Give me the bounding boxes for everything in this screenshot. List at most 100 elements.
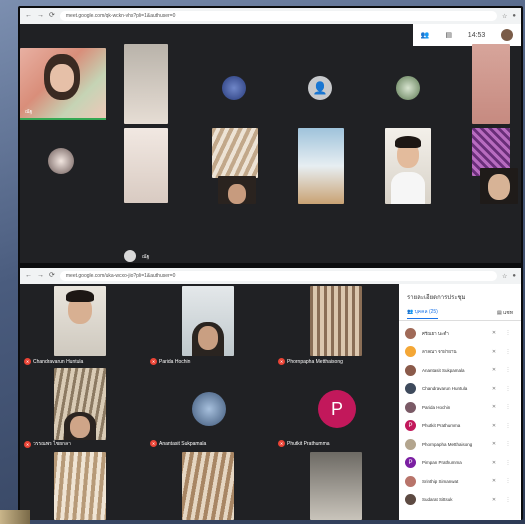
mic-off-icon[interactable]: ✕ [487, 349, 501, 355]
forward-icon[interactable]: → [37, 8, 44, 24]
top-meet-window: ← → ⟳ meet.google.com/qk-wckn-vhs?pli=1&… [20, 8, 521, 263]
mic-off-icon[interactable]: ✕ [487, 404, 501, 410]
avatar [405, 383, 416, 395]
more-icon[interactable]: ⋮ [501, 349, 515, 355]
profile-icon-2[interactable]: ● [512, 273, 516, 279]
participant-row[interactable]: P Pimpan Prathumma ✕ ⋮ [405, 454, 515, 473]
video-tile-face-1[interactable] [218, 176, 256, 204]
panel-title: รายละเอียดการประชุม [407, 295, 466, 301]
more-icon[interactable]: ⋮ [501, 441, 515, 447]
tile-wannaporn[interactable] [54, 368, 106, 440]
participant-row[interactable]: ศรัณยา นะดำ ✕ ⋮ [405, 324, 515, 343]
mic-off-icon[interactable]: ✕ [487, 423, 501, 429]
avatar [405, 401, 416, 413]
avatar-default-icon[interactable]: 👤 [308, 76, 332, 100]
top-browser-toolbar: ← → ⟳ meet.google.com/qk-wckn-vhs?pli=1&… [20, 8, 521, 24]
avatar-anantasit[interactable] [192, 392, 226, 426]
tile-parida[interactable] [182, 286, 234, 356]
reload-icon[interactable]: ⟳ [49, 8, 55, 24]
mic-off-icon: ✕ [150, 440, 157, 447]
avatar [405, 346, 416, 358]
bottom-meet-window: ← → ⟳ meet.google.com/uka-wcxo-jio?pli=1… [20, 268, 521, 520]
meet-top-bar: 👥 ▤ 14:53 [413, 24, 521, 46]
more-icon[interactable]: ⋮ [501, 460, 515, 466]
participant-row[interactable]: ลาลณา จาฝาผาน ✕ ⋮ [405, 343, 515, 362]
more-icon[interactable]: ⋮ [501, 478, 515, 484]
avatar [405, 364, 416, 376]
participant-row[interactable]: P Phutkit Prathumma ✕ ⋮ [405, 417, 515, 436]
mic-off-icon[interactable]: ✕ [487, 460, 501, 466]
video-tile-pink-wall[interactable] [472, 44, 510, 124]
participant-row[interactable]: Phornpapha Metthaisong ✕ ⋮ [405, 435, 515, 454]
mic-off-icon[interactable]: ✕ [487, 478, 501, 484]
profile-icon[interactable]: ● [512, 13, 516, 19]
bottom-avatar[interactable] [124, 250, 136, 262]
video-tile-self[interactable]: ณัฐ [20, 48, 106, 120]
bottom-address-bar[interactable]: meet.google.com/uka-wcxo-jio?pli=1&authu… [59, 271, 497, 281]
avatar [405, 475, 416, 487]
bottom-browser-toolbar: ← → ⟳ meet.google.com/uka-wcxo-jio?pli=1… [20, 268, 521, 284]
tab-people[interactable]: 👥 บุคคล (25) [407, 308, 438, 319]
tile-chandravarun[interactable] [54, 286, 106, 356]
participant-row[interactable]: Srinthip Simanwat ✕ ⋮ [405, 472, 515, 491]
video-tile-roof[interactable] [212, 128, 258, 178]
more-icon[interactable]: ⋮ [501, 386, 515, 392]
meeting-details-panel: รายละเอียดการประชุม 👥 บุคคล (25) ▤ แชท ศ… [399, 284, 521, 520]
chat-icon[interactable]: ▤ [445, 31, 452, 39]
mic-off-icon[interactable]: ✕ [487, 386, 501, 392]
name-parida: ✕ Parida Hochin [150, 358, 191, 365]
mic-off-icon[interactable]: ✕ [487, 367, 501, 373]
avatar-phutkit[interactable]: P [318, 390, 356, 428]
video-tile-face-2[interactable] [480, 168, 518, 204]
back-icon[interactable]: ← [25, 8, 32, 24]
more-icon[interactable]: ⋮ [501, 404, 515, 410]
star-icon-2[interactable]: ☆ [502, 273, 507, 280]
video-tile-ceiling[interactable] [298, 128, 344, 204]
participant-row[interactable]: Chandravarun Huntula ✕ ⋮ [405, 380, 515, 399]
avatar: P [405, 420, 416, 432]
panel-tabs: 👥 บุคคล (25) ▤ แชท [399, 306, 521, 321]
tile-ceiling-2[interactable] [182, 452, 234, 520]
video-tile-2[interactable] [124, 44, 168, 124]
avatar-circle-girl[interactable] [48, 148, 74, 174]
name-phornpapha: ✕ Phornpapha Metthaisong [278, 358, 343, 365]
reload-icon-2[interactable]: ⟳ [49, 268, 55, 284]
mic-off-icon[interactable]: ✕ [487, 497, 501, 503]
mic-off-icon: ✕ [278, 358, 285, 365]
mic-off-icon: ✕ [24, 358, 31, 365]
tile-room[interactable] [310, 452, 362, 520]
bottom-name-label: ณัฐ [142, 254, 150, 260]
mic-off-icon[interactable]: ✕ [487, 441, 501, 447]
tile-ceiling-1[interactable] [54, 452, 106, 520]
monitor-screen: ← → ⟳ meet.google.com/qk-wckn-vhs?pli=1&… [18, 6, 523, 520]
mic-off-icon: ✕ [24, 440, 31, 448]
mic-off-icon: ✕ [278, 440, 285, 447]
more-icon[interactable]: ⋮ [501, 497, 515, 503]
desk-corner [0, 510, 30, 524]
avatar-circle-outdoor[interactable] [396, 76, 420, 100]
participant-row[interactable]: Parida Hochin ✕ ⋮ [405, 398, 515, 417]
avatar: P [405, 457, 416, 469]
back-icon-2[interactable]: ← [25, 268, 32, 284]
video-tile-boy-glasses[interactable] [385, 128, 431, 204]
tile-phornpapha[interactable] [310, 286, 362, 356]
people-icon[interactable]: 👥 [421, 31, 430, 39]
mic-off-icon: ✕ [150, 358, 157, 365]
avatar [405, 327, 416, 339]
participant-row[interactable]: Anantasit Sukpamala ✕ ⋮ [405, 361, 515, 380]
top-address-bar[interactable]: meet.google.com/qk-wckn-vhs?pli=1&authus… [59, 11, 497, 21]
forward-icon-2[interactable]: → [37, 268, 44, 284]
more-icon[interactable]: ⋮ [501, 330, 515, 336]
participant-row[interactable]: Sudarat Sittsuk ✕ ⋮ [405, 491, 515, 510]
avatar-circle-photo[interactable] [222, 76, 246, 100]
self-avatar[interactable] [501, 29, 514, 41]
star-icon[interactable]: ☆ [502, 13, 507, 20]
video-tile-3[interactable] [124, 128, 168, 203]
more-icon[interactable]: ⋮ [501, 423, 515, 429]
tab-chat[interactable]: ▤ แชท [497, 309, 513, 317]
more-icon[interactable]: ⋮ [501, 367, 515, 373]
mic-off-icon[interactable]: ✕ [487, 330, 501, 336]
name-phutkit: ✕ Phutkit Prathumma [278, 440, 330, 447]
self-name-label: ณัฐ [25, 109, 33, 115]
avatar [405, 494, 416, 506]
